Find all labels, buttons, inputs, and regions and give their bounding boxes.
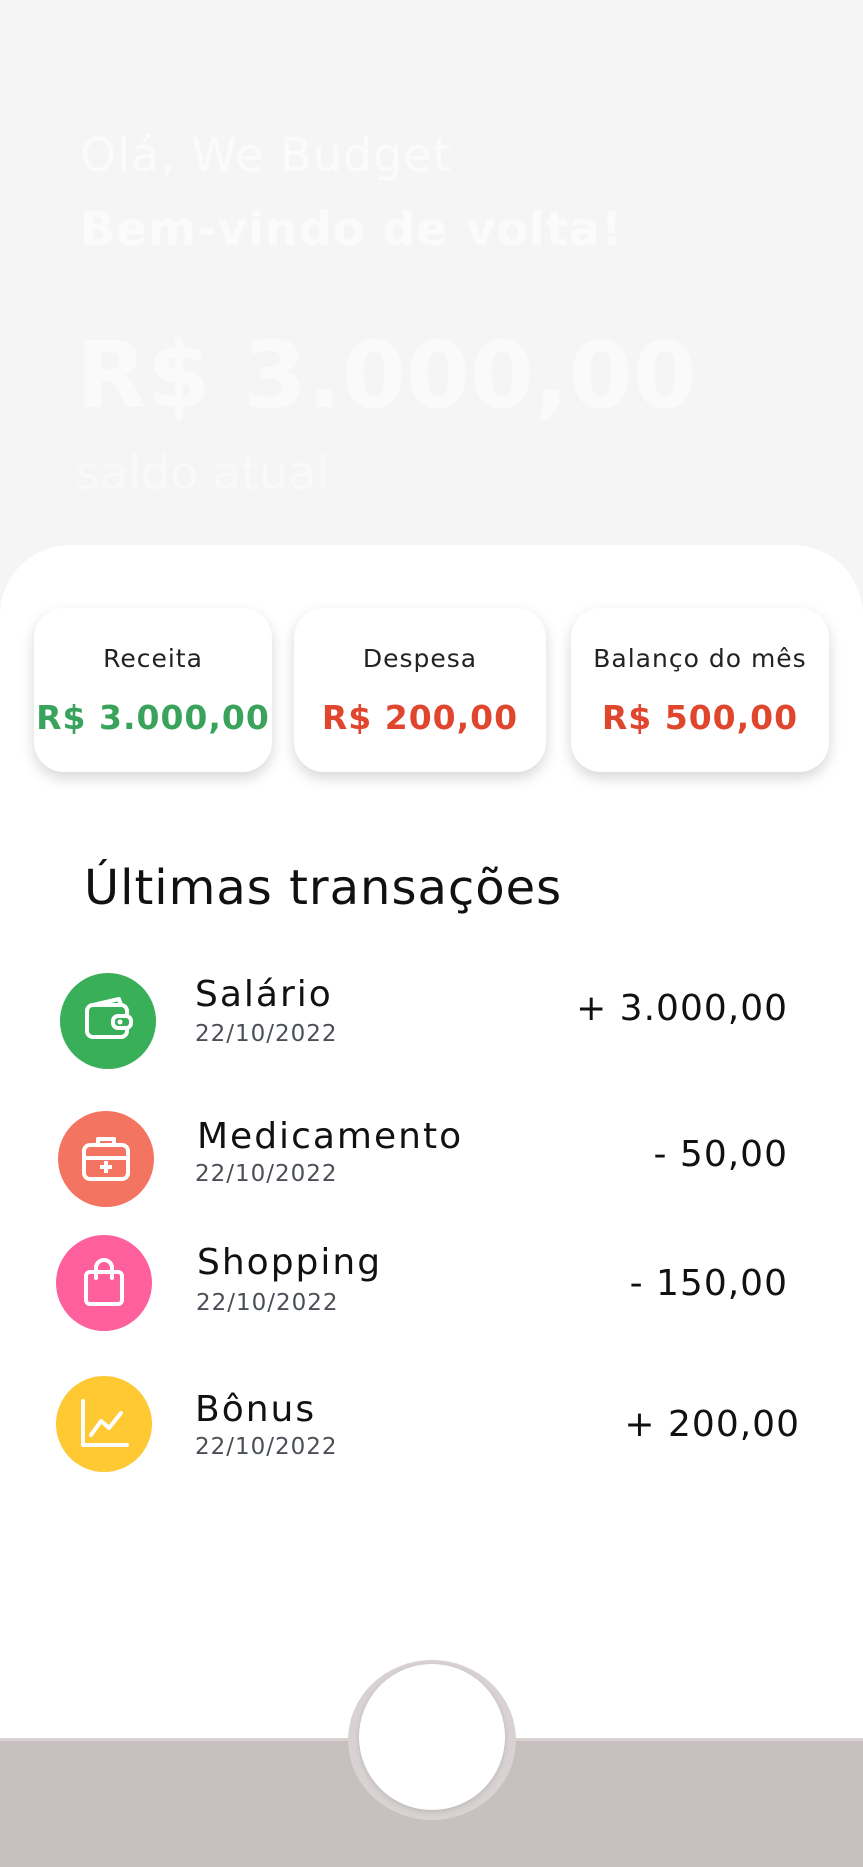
transaction-amount: - 150,00: [629, 1263, 788, 1304]
transaction-date: 22/10/2022: [195, 1434, 338, 1460]
transaction-amount: + 3.000,00: [576, 988, 788, 1029]
current-balance-caption: saldo atual: [76, 446, 330, 500]
header: Olá, We Budget Bem-vindo de volta! R$ 3.…: [0, 0, 863, 560]
chart-line-icon: [56, 1376, 152, 1472]
transaction-date: 22/10/2022: [195, 1161, 338, 1187]
income-label: Receita: [103, 644, 203, 673]
monthly-balance-value: R$ 500,00: [601, 698, 799, 737]
transaction-name: Salário: [195, 974, 333, 1015]
expense-value: R$ 200,00: [321, 698, 519, 737]
transaction-amount: - 50,00: [653, 1134, 788, 1175]
transaction-name: Bônus: [195, 1389, 317, 1430]
transaction-date: 22/10/2022: [195, 1021, 338, 1047]
transaction-name: Medicamento: [197, 1116, 464, 1157]
monthly-balance-label: Balanço do mês: [593, 644, 807, 673]
expense-label: Despesa: [362, 644, 478, 673]
shopping-bag-icon: [56, 1235, 152, 1331]
current-balance: R$ 3.000,00: [76, 322, 697, 429]
monthly-balance-card[interactable]: Balanço do mês R$ 500,00: [571, 608, 829, 772]
center-action-button[interactable]: [359, 1664, 505, 1810]
transaction-amount: + 200,00: [624, 1404, 800, 1445]
income-value: R$ 3.000,00: [36, 698, 270, 737]
greeting-text: Olá, We Budget: [80, 128, 452, 182]
wallet-icon: [60, 973, 156, 1069]
welcome-text: Bem-vindo de volta!: [80, 202, 623, 256]
income-card[interactable]: Receita R$ 3.000,00: [34, 608, 272, 772]
transactions-title: Últimas transações: [84, 860, 563, 916]
transaction-name: Shopping: [197, 1242, 383, 1283]
expense-card[interactable]: Despesa R$ 200,00: [294, 608, 546, 772]
transaction-date: 22/10/2022: [196, 1290, 339, 1316]
medical-kit-icon: [58, 1111, 154, 1207]
